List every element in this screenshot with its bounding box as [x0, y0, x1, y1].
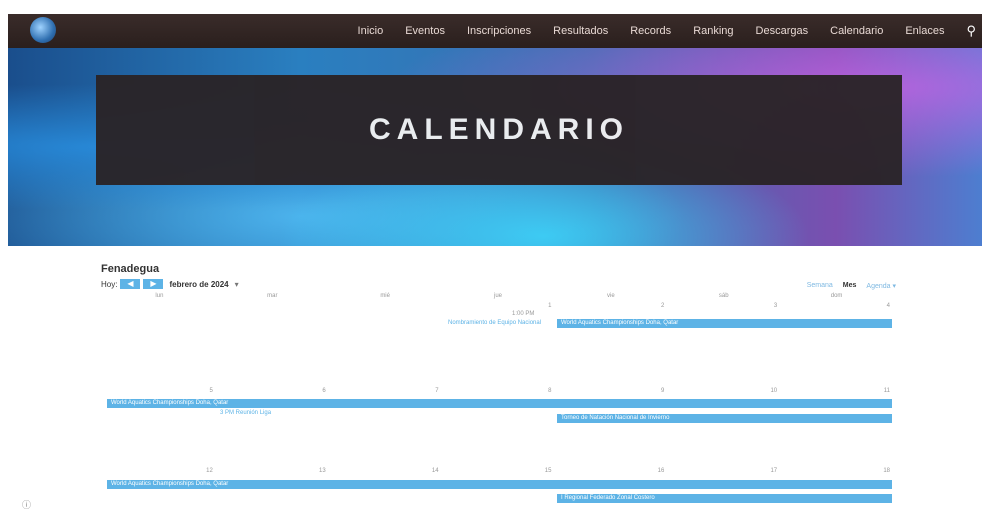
view-month[interactable]: Mes	[843, 282, 857, 290]
event-bar[interactable]: I Regional Federado Zonal Costero	[557, 494, 892, 503]
day-number[interactable]: 1	[442, 303, 555, 312]
info-icon[interactable]: ⓘ	[22, 498, 31, 511]
top-navbar: Inicio Eventos Inscripciones Resultados …	[8, 14, 982, 48]
day-number[interactable]: 8	[442, 388, 555, 397]
day-number[interactable]: 11	[780, 388, 893, 397]
event-time: 1:00 PM	[512, 311, 535, 317]
dow-sun: dom	[830, 293, 843, 299]
day-number[interactable]: 14	[329, 468, 442, 477]
weekday-header: lun mar mié jue vie sáb dom	[103, 293, 893, 303]
day-number[interactable]: 2	[554, 303, 667, 312]
nav-descargas[interactable]: Descargas	[756, 25, 809, 37]
page-title: CALENDARIO	[369, 113, 629, 146]
view-agenda[interactable]: Agenda ▾	[866, 282, 896, 290]
event-bar[interactable]: World Aquatics Championships Doha, Qatar	[107, 480, 892, 489]
day-number[interactable]: 9	[554, 388, 667, 397]
event-bar[interactable]: World Aquatics Championships Doha, Qatar	[557, 319, 892, 328]
day-number[interactable]: 12	[103, 468, 216, 477]
nav-resultados[interactable]: Resultados	[553, 25, 608, 37]
dow-sat: sáb	[718, 293, 729, 299]
week-numbers: 12 13 14 15 16 17 18	[103, 468, 893, 477]
site-logo[interactable]	[30, 17, 56, 43]
prev-month-button[interactable]: ◀	[120, 279, 141, 289]
event-bar[interactable]: World Aquatics Championships Doha, Qatar	[107, 399, 892, 408]
nav-ranking[interactable]: Ranking	[693, 25, 733, 37]
month-label[interactable]: febrero de 2024	[169, 280, 228, 289]
event-bar[interactable]: Torneo de Natación Nacional de Invierno	[557, 414, 892, 423]
calendar-toolbar: Hoy: ◀ ▶ febrero de 2024 ▾	[101, 279, 239, 289]
day-number[interactable]	[216, 303, 329, 312]
nav-calendario[interactable]: Calendario	[830, 25, 883, 37]
hero-banner: CALENDARIO	[8, 48, 982, 246]
main-nav: Inicio Eventos Inscripciones Resultados …	[358, 14, 982, 48]
nav-inicio[interactable]: Inicio	[358, 25, 384, 37]
week-numbers: 5 6 7 8 9 10 11	[103, 388, 893, 397]
day-number[interactable]: 4	[780, 303, 893, 312]
day-number[interactable]: 16	[554, 468, 667, 477]
day-number[interactable]: 5	[103, 388, 216, 397]
day-number[interactable]: 17	[667, 468, 780, 477]
next-month-button[interactable]: ▶	[143, 279, 164, 289]
dow-thu: jue	[494, 293, 503, 299]
day-number[interactable]: 10	[667, 388, 780, 397]
day-number[interactable]	[103, 303, 216, 312]
week-row: 1 2 3 4	[103, 303, 893, 312]
event-item[interactable]: Nombramiento de Equipo Nacional	[448, 320, 541, 326]
nav-enlaces[interactable]: Enlaces	[905, 25, 944, 37]
day-number[interactable]: 6	[216, 388, 329, 397]
nav-inscripciones[interactable]: Inscripciones	[467, 25, 531, 37]
week-row-3: 12 13 14 15 16 17 18	[103, 468, 893, 477]
day-number[interactable]: 18	[780, 468, 893, 477]
calendar-title: Fenadegua	[101, 263, 160, 275]
day-number[interactable]: 15	[442, 468, 555, 477]
nav-records[interactable]: Records	[630, 25, 671, 37]
dow-mon: lun	[155, 293, 164, 299]
dow-tue: mar	[267, 293, 278, 299]
today-button[interactable]: Hoy	[101, 280, 115, 289]
day-number[interactable]: 13	[216, 468, 329, 477]
dow-wed: mié	[380, 293, 390, 299]
view-week[interactable]: Semana	[807, 282, 833, 290]
nav-eventos[interactable]: Eventos	[405, 25, 445, 37]
hero-title-box: CALENDARIO	[96, 75, 902, 185]
view-switcher: Semana Mes Agenda ▾	[797, 282, 896, 290]
day-number[interactable]: 7	[329, 388, 442, 397]
week-row-2: 5 6 7 8 9 10 11	[103, 388, 893, 397]
month-grid: lun mar mié jue vie sáb dom 1 2 3 4	[103, 293, 893, 312]
day-number[interactable]	[329, 303, 442, 312]
event-item[interactable]: 3 PM Reunión Liga	[220, 410, 271, 416]
chevron-down-icon[interactable]: ▾	[235, 280, 239, 289]
search-icon[interactable]: ⚲	[966, 23, 976, 39]
dow-fri: vie	[607, 293, 615, 299]
day-number[interactable]: 3	[667, 303, 780, 312]
